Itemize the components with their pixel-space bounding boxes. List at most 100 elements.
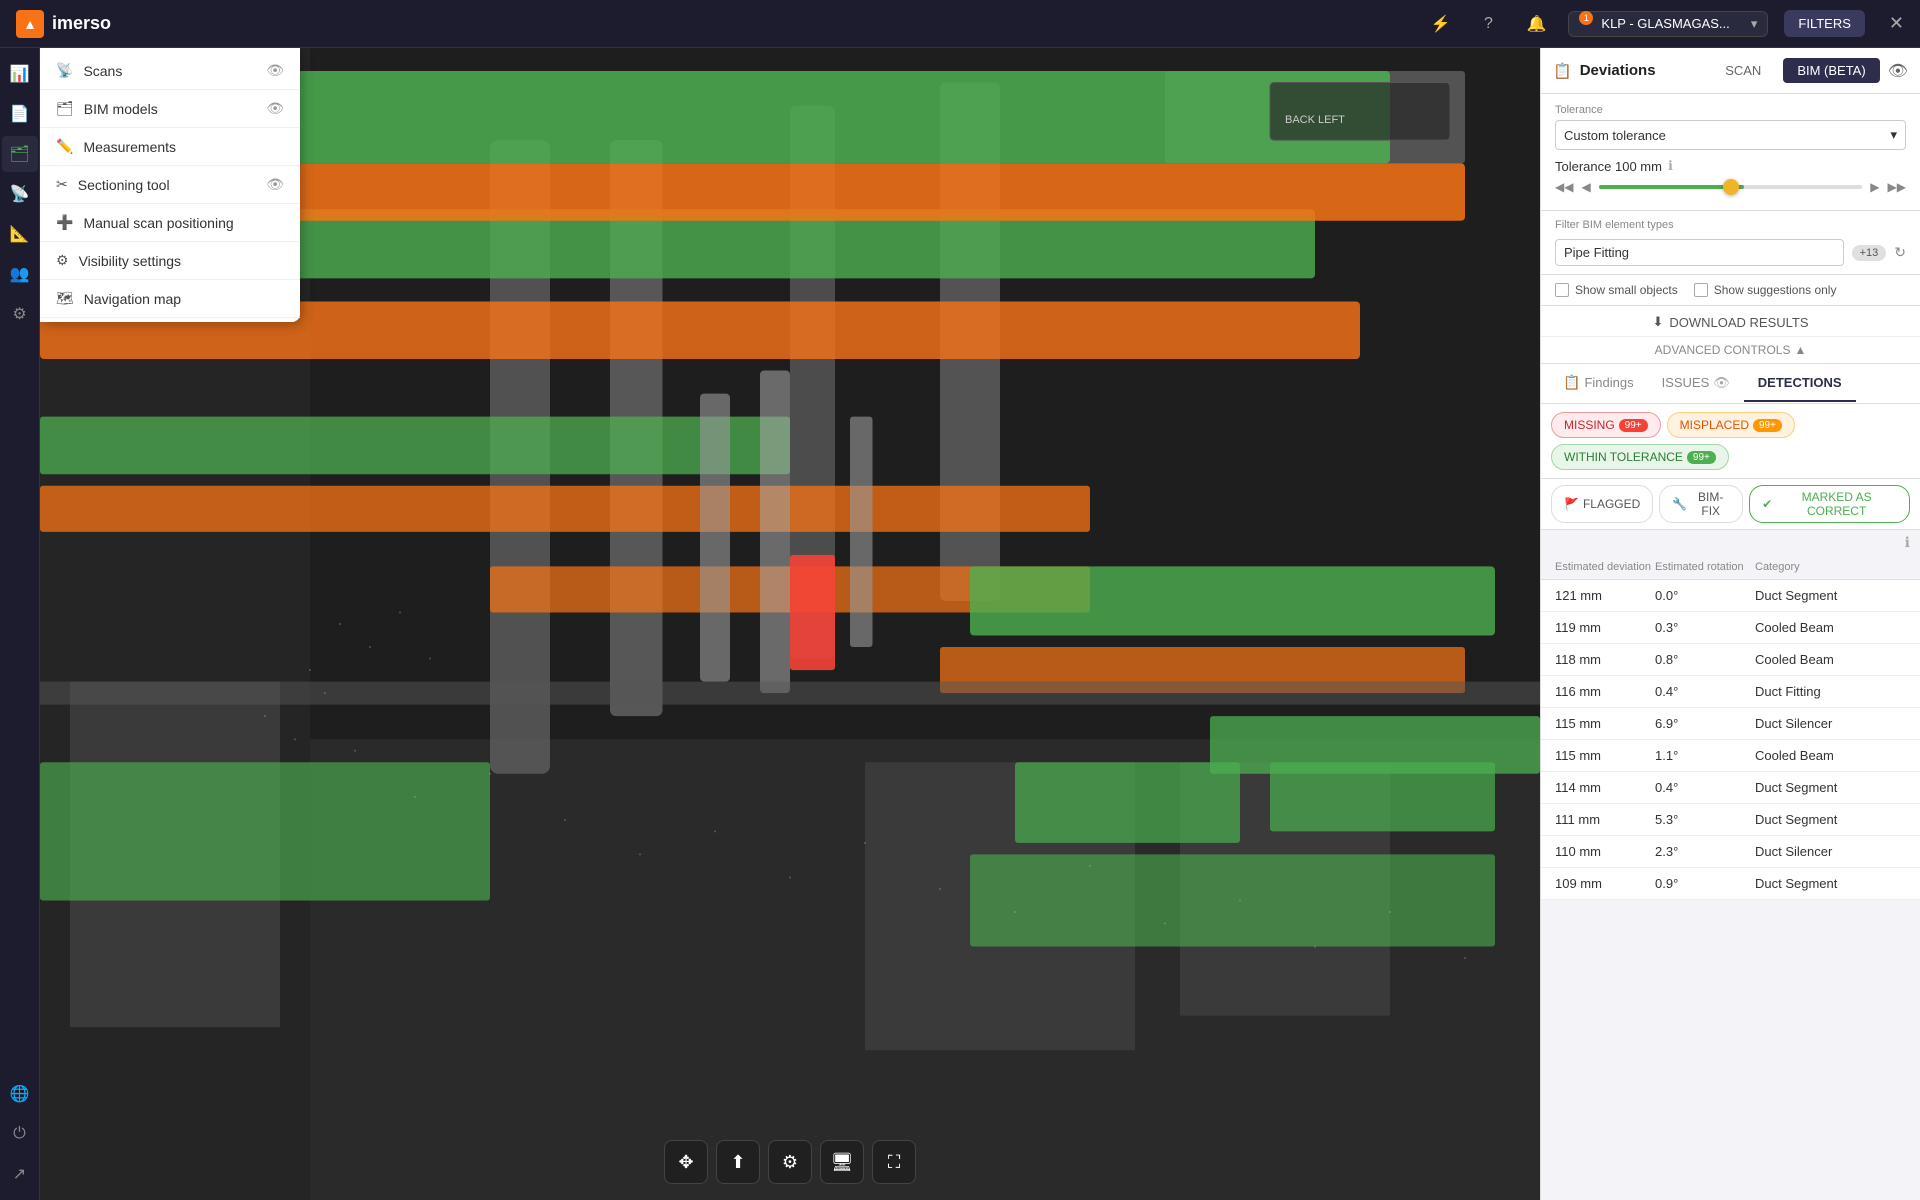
sidebar-icon-document[interactable]: 📄	[2, 96, 38, 132]
cell-rotation: 2.3°	[1655, 844, 1755, 859]
logo: ▲ imerso	[16, 10, 111, 38]
cell-category: Cooled Beam	[1755, 620, 1906, 635]
sidebar-icon-users[interactable]: 👥	[2, 256, 38, 292]
cell-rotation: 0.4°	[1655, 684, 1755, 699]
findings-icon: 📋	[1563, 374, 1580, 391]
table-row[interactable]: 115 mm 1.1° Cooled Beam	[1541, 740, 1920, 772]
slider-first-icon[interactable]: ◀◀	[1555, 180, 1573, 194]
slider-thumb[interactable]	[1723, 179, 1739, 195]
bim-eye-icon[interactable]: 👁	[266, 100, 284, 117]
sidebar-icon-layers[interactable]: 🗂	[2, 136, 38, 172]
scans-eye-icon[interactable]: 👁	[266, 62, 284, 79]
menu-measurements-label: Measurements	[83, 139, 176, 155]
filter-within-tolerance-button[interactable]: WITHIN TOLERANCE 99+	[1551, 444, 1729, 470]
logo-text: imerso	[52, 13, 111, 34]
tab-findings-label: Findings	[1584, 375, 1633, 390]
logo-icon: ▲	[16, 10, 44, 38]
notif-icon[interactable]: 🔔	[1520, 8, 1552, 40]
filter-missing-button[interactable]: MISSING 99+	[1551, 412, 1661, 438]
slider-prev-icon[interactable]: ◀	[1581, 180, 1590, 194]
bimfix-label: BIM-FIX	[1691, 490, 1730, 518]
within-label: WITHIN TOLERANCE	[1564, 450, 1683, 464]
up-icon[interactable]: ⬆	[716, 1140, 760, 1184]
tab-scan-button[interactable]: SCAN	[1711, 58, 1775, 83]
cell-deviation: 109 mm	[1555, 876, 1655, 891]
cell-deviation: 116 mm	[1555, 684, 1655, 699]
top-actions: ⚡ ? 🔔 1 KLP - GLASMAGAS... ▾ FILTERS ✕	[1424, 8, 1904, 40]
sidebar-icon-arrow[interactable]: ↗	[2, 1156, 38, 1192]
filter-misplaced-button[interactable]: MISPLACED 99+	[1667, 412, 1795, 438]
table-row[interactable]: 109 mm 0.9° Duct Segment	[1541, 868, 1920, 900]
menu-item-visibility[interactable]: ⚙ Visibility settings	[40, 242, 300, 280]
sectioning-icon: ✂	[56, 176, 68, 193]
refresh-icon[interactable]: ↻	[1894, 244, 1906, 261]
download-icon: ⬇	[1652, 314, 1663, 330]
table-row[interactable]: 116 mm 0.4° Duct Fitting	[1541, 676, 1920, 708]
sidebar-icon-power[interactable]: ⏻	[2, 1116, 38, 1152]
table-row[interactable]: 110 mm 2.3° Duct Silencer	[1541, 836, 1920, 868]
monitor-icon[interactable]: 🖥	[820, 1140, 864, 1184]
right-panel: 📋 Deviations SCAN BIM (BETA) 👁 Tolerance…	[1540, 48, 1920, 1200]
tolerance-slider[interactable]	[1599, 185, 1863, 189]
custom-tolerance-label: Custom tolerance	[1564, 128, 1666, 143]
tolerance-select[interactable]: Custom tolerance ▾	[1555, 120, 1906, 150]
bimfix-button[interactable]: 🔧 BIM-FIX	[1659, 485, 1743, 523]
rotate-icon[interactable]: ✥	[664, 1140, 708, 1184]
help-icon[interactable]: ?	[1472, 8, 1504, 40]
table-row[interactable]: 119 mm 0.3° Cooled Beam	[1541, 612, 1920, 644]
slider-next-icon[interactable]: ▶	[1870, 180, 1879, 194]
issues-eye-icon[interactable]: 👁	[1713, 375, 1730, 391]
show-suggestions-checkbox[interactable]	[1694, 283, 1708, 297]
menu-item-scans[interactable]: 📡 Scans 👁	[40, 52, 300, 90]
download-button[interactable]: ⬇ DOWNLOAD RESULTS	[1652, 314, 1808, 330]
visibility-icon: ⚙	[56, 252, 69, 269]
filters-button[interactable]: FILTERS	[1784, 10, 1865, 37]
table-row[interactable]: 114 mm 0.4° Duct Segment	[1541, 772, 1920, 804]
sidebar-icon-globe[interactable]: 🌐	[2, 1076, 38, 1112]
cell-category: Duct Segment	[1755, 588, 1906, 603]
cell-rotation: 0.0°	[1655, 588, 1755, 603]
chevron-up-icon: ▲	[1794, 343, 1806, 357]
misplaced-label: MISPLACED	[1680, 418, 1749, 432]
sidebar-icon-radar[interactable]: 📡	[2, 176, 38, 212]
marked-correct-button[interactable]: ✔ MARKED AS CORRECT	[1749, 485, 1910, 523]
project-selector[interactable]: 1 KLP - GLASMAGAS... ▾	[1568, 11, 1768, 37]
table-row[interactable]: 115 mm 6.9° Duct Silencer	[1541, 708, 1920, 740]
flagged-button[interactable]: 🚩 FLAGGED	[1551, 485, 1653, 523]
tab-findings[interactable]: 📋 Findings	[1549, 364, 1648, 403]
menu-item-bim[interactable]: 🗂 BIM models 👁	[40, 90, 300, 128]
filter-bim-select[interactable]: Pipe Fitting	[1555, 239, 1844, 266]
menu-item-sectioning[interactable]: ✂ Sectioning tool 👁	[40, 166, 300, 204]
bolt-icon[interactable]: ⚡	[1424, 8, 1456, 40]
show-suggestions-row[interactable]: Show suggestions only	[1694, 283, 1837, 297]
table-row[interactable]: 121 mm 0.0° Duct Segment	[1541, 580, 1920, 612]
sidebar-icon-ruler[interactable]: 📐	[2, 216, 38, 252]
table-row[interactable]: 118 mm 0.8° Cooled Beam	[1541, 644, 1920, 676]
info-icon[interactable]: ℹ	[1668, 158, 1673, 174]
tab-issues[interactable]: ISSUES 👁	[1648, 365, 1744, 403]
findings-info-icon[interactable]: ℹ	[1905, 534, 1910, 551]
slider-last-icon[interactable]: ▶▶	[1888, 180, 1906, 194]
show-small-checkbox[interactable]	[1555, 283, 1569, 297]
advanced-controls-row[interactable]: ADVANCED CONTROLS ▲	[1541, 337, 1920, 364]
show-small-row[interactable]: Show small objects	[1555, 283, 1678, 297]
sidebar-icon-settings[interactable]: ⚙	[2, 296, 38, 332]
menu-item-nav-map[interactable]: 🗺 Navigation map	[40, 280, 300, 318]
filter-bim-selected: Pipe Fitting	[1564, 245, 1629, 260]
table-row[interactable]: 111 mm 5.3° Duct Segment	[1541, 804, 1920, 836]
cell-category: Duct Segment	[1755, 876, 1906, 891]
measurements-icon: ✏️	[56, 138, 73, 155]
sidebar-icon-chart[interactable]: 📊	[2, 56, 38, 92]
deviations-eye-icon[interactable]: 👁	[1888, 61, 1908, 81]
menu-item-measurements[interactable]: ✏️ Measurements	[40, 128, 300, 166]
menu-panel: 📡 Scans 👁 🗂 BIM models 👁 ✏️ Measurements…	[40, 48, 300, 322]
tab-detections[interactable]: DETECTIONS	[1744, 365, 1856, 402]
fullscreen-icon[interactable]: ⛶	[872, 1140, 916, 1184]
marked-label: MARKED AS CORRECT	[1776, 490, 1897, 518]
menu-item-manual-scan[interactable]: ➕ Manual scan positioning	[40, 204, 300, 242]
sectioning-eye-icon[interactable]: 👁	[266, 176, 284, 193]
close-icon[interactable]: ✕	[1889, 13, 1904, 34]
cell-deviation: 111 mm	[1555, 812, 1655, 827]
settings-icon[interactable]: ⚙	[768, 1140, 812, 1184]
tab-bim-button[interactable]: BIM (BETA)	[1783, 58, 1879, 83]
